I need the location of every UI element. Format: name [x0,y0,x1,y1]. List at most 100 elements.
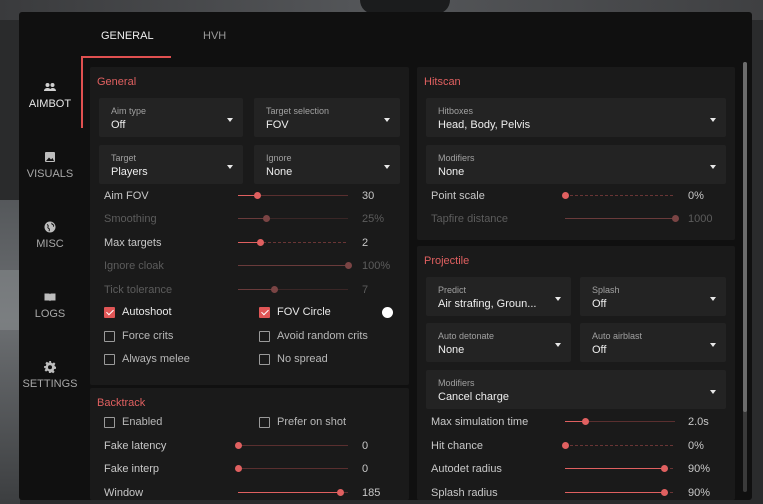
target-selection-dropdown[interactable]: Target selection FOV [254,98,400,137]
always-melee-checkbox[interactable] [104,354,115,365]
sidebar-item-aimbot[interactable]: AIMBOT [19,80,81,110]
general-panel: General Aim type Off Target selection FO… [90,67,409,385]
scrollbar-thumb[interactable] [743,62,747,412]
panel-title: Backtrack [97,397,146,409]
menu-window: AIMBOT VISUALS MISC LOGS SETTINGS GENERA… [19,12,752,500]
autodet-radius-value: 90% [688,463,711,475]
hit-chance-slider[interactable] [562,441,675,451]
chevron-down-icon [710,118,716,122]
gear-icon [44,361,56,374]
max-targets-slider[interactable] [238,238,348,248]
sidebar: AIMBOT VISUALS MISC LOGS SETTINGS [19,12,83,500]
backtrack-enabled-label: Enabled [122,416,163,428]
dropdown-label: Auto detonate [438,331,495,341]
always-melee-label: Always melee [122,353,190,365]
dropdown-value: Cancel charge [438,391,509,403]
dropdown-value: None [438,344,465,356]
background-left [0,200,20,504]
fov-circle-color-picker[interactable] [382,307,393,318]
fake-interp-slider[interactable] [235,464,348,474]
autodet-radius-label: Autodet radius [431,463,502,475]
chevron-down-icon [384,165,390,169]
tick-tolerance-value: 7 [362,284,369,296]
dropdown-label: Ignore [266,153,292,163]
predict-dropdown[interactable]: Predict Air strafing, Groun... [426,277,571,316]
tapfire-distance-slider[interactable] [565,214,679,224]
target-dropdown[interactable]: Target Players [99,145,243,184]
tab-bar: GENERAL HVH [83,12,752,58]
dropdown-value: FOV [266,119,289,131]
sidebar-item-label: MISC [36,238,64,250]
backtrack-panel: Backtrack Enabled Prefer on shot Fake la… [90,388,409,500]
ignore-cloak-slider[interactable] [238,261,352,271]
sidebar-item-logs[interactable]: LOGS [19,290,81,320]
hitboxes-dropdown[interactable]: Hitboxes Head, Body, Pelvis [426,98,726,137]
dropdown-label: Auto airblast [592,331,643,341]
smoothing-value: 25% [362,213,385,225]
aim-fov-value: 30 [362,190,375,202]
splash-radius-slider[interactable] [565,488,675,498]
tab-hvh[interactable]: HVH [203,30,226,42]
auto-detonate-dropdown[interactable]: Auto detonate None [426,323,571,362]
sidebar-item-label: AIMBOT [28,98,72,110]
max-simulation-time-slider[interactable] [565,417,675,427]
avoid-random-crits-checkbox[interactable] [259,331,270,342]
prefer-on-shot-checkbox[interactable] [259,417,270,428]
sidebar-item-label: SETTINGS [22,378,78,390]
tick-tolerance-label: Tick tolerance [104,284,173,296]
users-icon [44,83,56,91]
window-label: Window [104,487,144,499]
autoshoot-checkbox[interactable] [104,307,115,318]
tapfire-distance-value: 1000 [688,213,713,225]
sidebar-item-settings[interactable]: SETTINGS [19,360,81,390]
fake-interp-label: Fake interp [104,463,160,475]
tab-active-underline [83,56,171,58]
max-targets-value: 2 [362,237,369,249]
tick-tolerance-slider[interactable] [238,285,348,295]
backtrack-enabled-checkbox[interactable] [104,417,115,428]
splash-radius-value: 90% [688,487,711,499]
fake-latency-slider[interactable] [235,441,348,451]
no-spread-label: No spread [277,353,328,365]
point-scale-slider[interactable] [562,191,675,201]
fake-latency-label: Fake latency [104,440,167,452]
autodet-radius-slider[interactable] [565,464,675,474]
chevron-down-icon [227,118,233,122]
panel-title: Projectile [424,255,470,267]
dropdown-label: Hitboxes [438,106,474,116]
splash-dropdown[interactable]: Splash Off [580,277,726,316]
no-spread-checkbox[interactable] [259,354,270,365]
window-value: 185 [362,487,381,499]
auto-airblast-dropdown[interactable]: Auto airblast Off [580,323,726,362]
ignore-cloak-label: Ignore cloak [104,260,164,272]
projectile-panel: Projectile Predict Air strafing, Groun..… [417,246,735,500]
force-crits-checkbox[interactable] [104,331,115,342]
aim-fov-slider[interactable] [238,191,348,201]
chevron-down-icon [710,297,716,301]
splash-radius-label: Splash radius [431,487,498,499]
hitscan-modifiers-dropdown[interactable]: Modifiers None [426,145,726,184]
point-scale-value: 0% [688,190,704,202]
hitscan-panel: Hitscan Hitboxes Head, Body, Pelvis Modi… [417,67,735,240]
fov-circle-label: FOV Circle [277,306,331,318]
dropdown-value: Off [592,298,607,310]
smoothing-slider[interactable] [238,214,348,224]
chevron-down-icon [710,343,716,347]
chevron-down-icon [710,165,716,169]
projectile-modifiers-dropdown[interactable]: Modifiers Cancel charge [426,370,726,409]
sidebar-item-visuals[interactable]: VISUALS [19,150,81,180]
force-crits-label: Force crits [122,330,174,342]
max-simulation-time-value: 2.0s [688,416,709,428]
tab-general[interactable]: GENERAL [101,30,154,42]
sidebar-item-label: LOGS [34,308,66,320]
avoid-random-crits-label: Avoid random crits [277,330,368,342]
fake-interp-value: 0 [362,463,369,475]
fov-circle-checkbox[interactable] [259,307,270,318]
aim-type-dropdown[interactable]: Aim type Off [99,98,243,137]
chevron-down-icon [227,165,233,169]
window-slider[interactable] [238,488,348,498]
hit-chance-value: 0% [688,440,704,452]
sidebar-item-misc[interactable]: MISC [19,220,81,250]
dropdown-label: Predict [438,285,467,295]
ignore-dropdown[interactable]: Ignore None [254,145,400,184]
